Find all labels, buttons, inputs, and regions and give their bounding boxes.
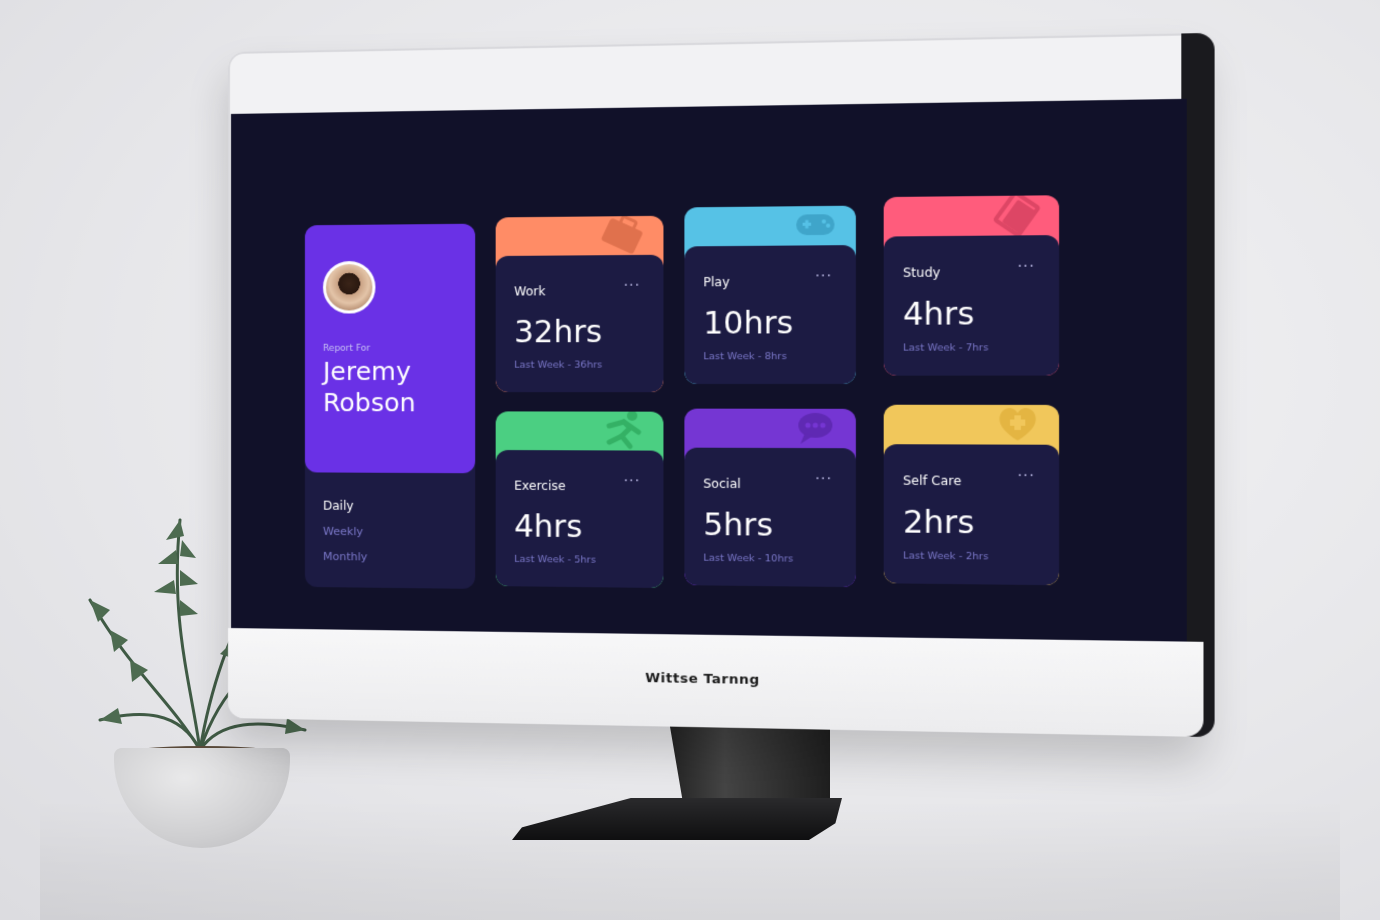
- card-body: Play ··· 10hrs Last Week - 8hrs: [684, 245, 856, 384]
- book-icon: [992, 195, 1044, 240]
- card-title: Play: [703, 274, 730, 290]
- card-hours: 2hrs: [903, 504, 975, 542]
- activity-card-social[interactable]: Social ··· 5hrs Last Week - 10hrs: [684, 408, 856, 588]
- card-title: Social: [703, 476, 741, 492]
- activity-card-play[interactable]: Play ··· 10hrs Last Week - 8hrs: [684, 205, 856, 384]
- card-menu-button[interactable]: ···: [1017, 258, 1035, 275]
- period-monthly[interactable]: Monthly: [323, 550, 367, 564]
- user-first-name: Jeremy: [323, 356, 411, 387]
- monitor: Wittse Tarnng Report For Jeremy Robson D…: [228, 32, 1215, 738]
- card-body: Exercise ··· 4hrs Last Week - 5hrs: [495, 450, 664, 589]
- card-hours: 5hrs: [703, 507, 773, 544]
- card-body: Work ··· 32hrs Last Week - 36hrs: [495, 254, 664, 393]
- activity-card-self-care[interactable]: Self Care ··· 2hrs Last Week - 2hrs: [883, 404, 1060, 586]
- card-body: Social ··· 5hrs Last Week - 10hrs: [684, 447, 856, 588]
- card-last-week: Last Week - 7hrs: [903, 342, 989, 354]
- card-hours: 4hrs: [514, 509, 583, 546]
- monitor-brand-label: Wittse Tarnng: [645, 670, 760, 689]
- card-menu-button[interactable]: ···: [815, 268, 832, 285]
- card-last-week: Last Week - 36hrs: [514, 359, 603, 371]
- card-title: Study: [903, 265, 941, 281]
- user-name: Jeremy Robson: [323, 356, 465, 419]
- card-title: Exercise: [514, 478, 566, 494]
- heart-plus-icon: [999, 407, 1036, 441]
- card-last-week: Last Week - 5hrs: [514, 553, 596, 566]
- profile-card: Report For Jeremy Robson Daily Weekly Mo…: [304, 223, 476, 589]
- period-daily[interactable]: Daily: [323, 499, 354, 513]
- user-last-name: Robson: [323, 388, 416, 418]
- profile-header: Report For Jeremy Robson: [304, 223, 476, 474]
- card-last-week: Last Week - 2hrs: [903, 550, 989, 563]
- card-body: Self Care ··· 2hrs Last Week - 2hrs: [883, 444, 1060, 586]
- activity-card-exercise[interactable]: Exercise ··· 4hrs Last Week - 5hrs: [495, 411, 664, 589]
- screen: Report For Jeremy Robson Daily Weekly Mo…: [230, 98, 1187, 642]
- briefcase-icon: [600, 216, 644, 255]
- card-hours: 4hrs: [903, 296, 975, 334]
- avatar: [323, 260, 376, 314]
- card-last-week: Last Week - 10hrs: [703, 552, 794, 565]
- card-menu-button[interactable]: ···: [623, 473, 640, 489]
- card-menu-button[interactable]: ···: [815, 471, 832, 488]
- monitor-chin: Wittse Tarnng: [228, 628, 1204, 737]
- card-hours: 10hrs: [703, 305, 794, 342]
- card-title: Self Care: [903, 473, 962, 489]
- chat-icon: [798, 412, 833, 444]
- report-for-label: Report For: [323, 343, 371, 354]
- activity-card-work[interactable]: Work ··· 32hrs Last Week - 36hrs: [495, 215, 664, 393]
- runner-icon: [599, 411, 649, 454]
- activity-card-study[interactable]: Study ··· 4hrs Last Week - 7hrs: [883, 195, 1060, 376]
- card-menu-button[interactable]: ···: [623, 277, 640, 293]
- card-menu-button[interactable]: ···: [1017, 468, 1035, 485]
- card-hours: 32hrs: [514, 314, 603, 351]
- card-title: Work: [514, 284, 546, 299]
- card-last-week: Last Week - 8hrs: [703, 350, 787, 363]
- gamepad-icon: [796, 214, 835, 236]
- period-weekly[interactable]: Weekly: [323, 525, 363, 538]
- card-body: Study ··· 4hrs Last Week - 7hrs: [883, 235, 1060, 376]
